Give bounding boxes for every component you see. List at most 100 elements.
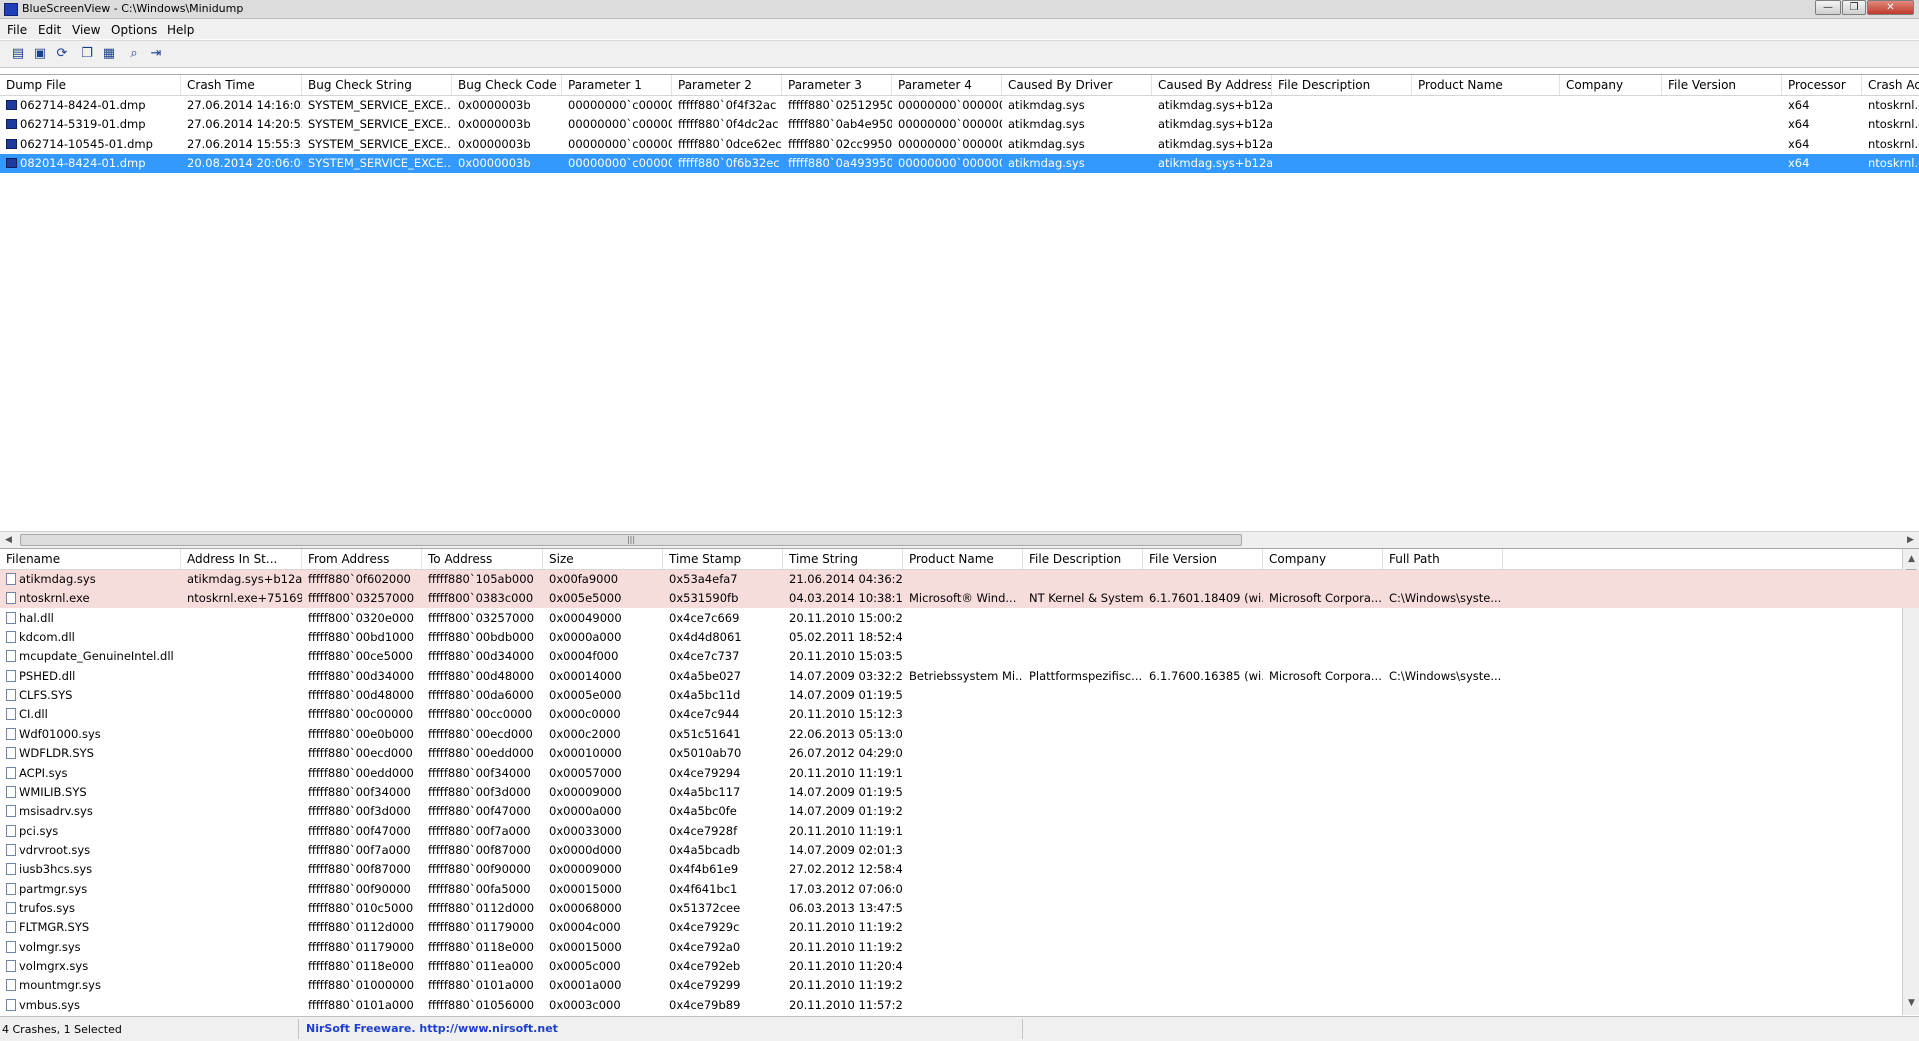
module-row[interactable]: trufos.sys fffff880`010c5000 fffff880`0112…	[0, 899, 1919, 918]
module-col-file-version[interactable]: File Version	[1143, 549, 1263, 569]
exit-icon[interactable]: ⇥	[148, 46, 164, 62]
crash-row-cell: fffff880`0f4f32ac	[672, 96, 782, 115]
maximize-button[interactable]: ❐	[1842, 0, 1866, 15]
module-row[interactable]: pci.sys fffff880`00f47000 fffff880`00f7a00…	[0, 822, 1919, 841]
scroll-up-icon[interactable]: ▲	[1903, 551, 1919, 568]
crash-col-crash-time[interactable]: Crash Time	[181, 75, 302, 95]
module-row[interactable]: mcupdate_GenuineIntel.dll fffff880`00ce50…	[0, 647, 1919, 666]
module-row-cell	[1023, 996, 1143, 1015]
module-col-full-path[interactable]: Full Path	[1383, 549, 1503, 569]
crash-row-text: x64	[1788, 117, 1810, 132]
module-row[interactable]: CI.dll fffff880`00c00000 fffff880`00cc0000…	[0, 705, 1919, 724]
module-row[interactable]: PSHED.dll fffff880`00d34000 fffff880`00d48…	[0, 667, 1919, 686]
module-row-cell: fffff880`00da6000	[422, 686, 543, 705]
module-row[interactable]: partmgr.sys fffff880`00f90000 fffff880`00f…	[0, 880, 1919, 899]
module-row[interactable]: hal.dll fffff800`0320e000 fffff800`0325700…	[0, 609, 1919, 628]
module-row[interactable]: WMILIB.SYS fffff880`00f34000 fffff880`00f3…	[0, 783, 1919, 802]
module-row[interactable]: kdcom.dll fffff880`00bd1000 fffff880`00bdb…	[0, 628, 1919, 647]
module-row-cell: 0x4ce79299	[663, 976, 783, 995]
hscroll-thumb[interactable]: |||	[20, 534, 1242, 546]
crash-col-file-version[interactable]: File Version	[1662, 75, 1782, 95]
copy-icon[interactable]: ❐	[79, 46, 95, 62]
module-row-cell	[181, 841, 302, 860]
crash-col-bug-check-code[interactable]: Bug Check Code	[452, 75, 562, 95]
crash-col-caused-by-driver[interactable]: Caused By Driver	[1002, 75, 1152, 95]
module-row[interactable]: Wdf01000.sys fffff880`00e0b000 fffff880`00…	[0, 725, 1919, 744]
module-row-text: 6.1.7601.18409 (wi...	[1149, 591, 1263, 606]
module-row-cell	[181, 744, 302, 763]
save-icon[interactable]: ▣	[32, 46, 48, 62]
module-col-time-string[interactable]: Time String	[783, 549, 903, 569]
crash-row-cell: atikmdag.sys+b12ac	[1152, 154, 1272, 173]
module-row[interactable]: CLFS.SYS fffff880`00d48000 fffff880`00da60…	[0, 686, 1919, 705]
module-col-file-description[interactable]: File Description	[1023, 549, 1143, 569]
module-col-filename[interactable]: Filename	[0, 549, 181, 569]
find-icon[interactable]: ⌕	[126, 46, 142, 62]
module-col-from-address[interactable]: From Address	[302, 549, 422, 569]
close-button[interactable]: ✕	[1867, 0, 1914, 15]
crash-col-file-description[interactable]: File Description	[1272, 75, 1412, 95]
module-row-cell: 0x4ce79294	[663, 764, 783, 783]
module-row-cell: 0x0004c000	[543, 918, 663, 937]
crash-row[interactable]: 062714-8424-01.dmp 27.06.2014 14:16:02 SYS…	[0, 96, 1919, 115]
menu-options[interactable]: Options	[111, 23, 157, 37]
module-row-cell	[1383, 764, 1503, 783]
module-row[interactable]: ntoskrnl.exe ntoskrnl.exe+75169 fffff800`0…	[0, 589, 1919, 609]
module-row[interactable]: ACPI.sys fffff880`00edd000 fffff880`00f340…	[0, 764, 1919, 783]
crash-row[interactable]: 062714-10545-01.dmp 27.06.2014 15:55:35 SY…	[0, 135, 1919, 154]
module-row[interactable]: iusb3hcs.sys fffff880`00f87000 fffff880`00…	[0, 860, 1919, 879]
module-col-address-in-st[interactable]: Address In St...	[181, 549, 302, 569]
crash-col-parameter-4[interactable]: Parameter 4	[892, 75, 1002, 95]
crash-col-parameter-2[interactable]: Parameter 2	[672, 75, 782, 95]
module-col-time-stamp[interactable]: Time Stamp	[663, 549, 783, 569]
crash-row-text: fffff880`02512950	[788, 98, 892, 112]
menu-help[interactable]: Help	[167, 23, 194, 37]
crash-row-cell: atikmdag.sys+b12ac	[1152, 135, 1272, 154]
crash-col-dump-file[interactable]: Dump File	[0, 75, 181, 95]
crash-col-company[interactable]: Company	[1560, 75, 1662, 95]
menu-file[interactable]: File	[7, 23, 27, 37]
module-row-text: 0x51c51641	[669, 726, 741, 741]
module-row[interactable]: atikmdag.sys atikmdag.sys+b12ac fffff880`0…	[0, 570, 1919, 589]
properties-icon[interactable]: ▤	[10, 46, 26, 62]
module-col-to-address[interactable]: To Address	[422, 549, 543, 569]
crash-col-product-name[interactable]: Product Name	[1412, 75, 1560, 95]
scroll-left-icon[interactable]: ◀	[0, 532, 17, 549]
crash-col-parameter-1[interactable]: Parameter 1	[562, 75, 672, 95]
scroll-right-icon[interactable]: ▶	[1902, 532, 1919, 549]
module-row-text: CLFS.SYS	[19, 688, 73, 703]
module-row-cell: 0x4ce79b89	[663, 996, 783, 1015]
module-row-cell: 26.07.2012 04:29:04	[783, 744, 903, 763]
module-row-cell	[1143, 725, 1263, 744]
crash-col-bug-check-string[interactable]: Bug Check String	[302, 75, 452, 95]
module-row[interactable]: volmgrx.sys fffff880`0118e000 fffff880`011…	[0, 957, 1919, 976]
nirsoft-link[interactable]: NirSoft Freeware. http://www.nirsoft.net	[306, 1022, 558, 1035]
crash-row[interactable]: 082014-8424-01.dmp 20.08.2014 20:06:00 SYS…	[0, 154, 1919, 174]
crash-row-text: atikmdag.sys	[1008, 156, 1085, 171]
module-col-company[interactable]: Company	[1263, 549, 1383, 569]
module-file-icon	[6, 611, 16, 624]
module-row[interactable]: msisadrv.sys fffff880`00f3d000 fffff880`00…	[0, 802, 1919, 821]
module-row[interactable]: volmgr.sys fffff880`01179000 fffff880`0118…	[0, 938, 1919, 957]
module-row-cell: FLTMGR.SYS	[0, 918, 181, 937]
crash-col-caused-by-address[interactable]: Caused By Address	[1152, 75, 1272, 95]
minimize-button[interactable]: —	[1815, 0, 1841, 15]
module-col-product-name[interactable]: Product Name	[903, 549, 1023, 569]
menu-edit[interactable]: Edit	[38, 23, 61, 37]
html-report-icon[interactable]: ▦	[101, 46, 117, 62]
crash-row-cell: 27.06.2014 14:16:02	[181, 96, 302, 115]
module-row[interactable]: FLTMGR.SYS fffff880`0112d000 fffff880`0117…	[0, 918, 1919, 937]
module-row[interactable]: mountmgr.sys fffff880`01000000 fffff880`01…	[0, 976, 1919, 995]
refresh-icon[interactable]: ⟳	[54, 46, 70, 62]
crash-row[interactable]: 062714-5319-01.dmp 27.06.2014 14:20:52 SYS…	[0, 115, 1919, 134]
dump-file-icon	[6, 119, 17, 130]
menu-view[interactable]: View	[72, 23, 100, 37]
module-row[interactable]: vmbus.sys fffff880`0101a000 fffff880`01056…	[0, 996, 1919, 1015]
crash-col-processor[interactable]: Processor	[1782, 75, 1862, 95]
crash-col-parameter-3[interactable]: Parameter 3	[782, 75, 892, 95]
crash-row-cell: SYSTEM_SERVICE_EXCE...	[302, 115, 452, 134]
crash-col-crash-address[interactable]: Crash Address	[1862, 75, 1919, 95]
module-col-size[interactable]: Size	[543, 549, 663, 569]
module-row[interactable]: WDFLDR.SYS fffff880`00ecd000 fffff880`00ed…	[0, 744, 1919, 763]
module-row[interactable]: vdrvroot.sys fffff880`00f7a000 fffff880`00…	[0, 841, 1919, 860]
